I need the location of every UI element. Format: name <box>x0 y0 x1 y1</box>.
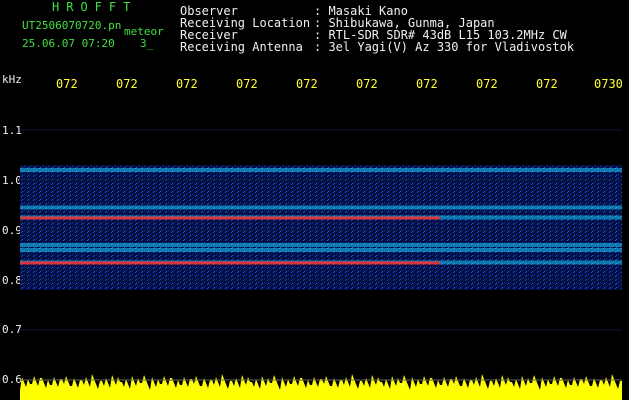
y-tick-label: 0.6 <box>2 373 22 386</box>
hrofft-title: HROFFT <box>52 0 138 14</box>
datetime-label: 25.06.07 07:20 <box>22 37 115 50</box>
x-tick-label: 072 <box>176 77 198 91</box>
info-row-antenna: Receiving Antenna : 3el Yagi(V) Az 330 fo… <box>180 41 574 53</box>
info-key: Receiving Antenna <box>180 40 303 54</box>
y-tick-label: 1.1 <box>2 124 22 137</box>
filename-label: UT2506070720.pn <box>22 19 122 32</box>
signal-band-core <box>20 216 440 220</box>
y-tick-label: 0.8 <box>2 274 22 287</box>
x-tick-label: 072 <box>356 77 378 91</box>
x-tick-label: 072 <box>56 77 78 91</box>
x-tick-label: 072 <box>476 77 498 91</box>
signal-band-core <box>20 261 440 265</box>
x-tick-label: 072 <box>116 77 138 91</box>
y-axis-unit: kHz <box>2 73 22 86</box>
y-tick-label: 0.9 <box>2 224 22 237</box>
x-tick-label: 072 <box>536 77 558 91</box>
info-value: : 3el Yagi(V) Az 330 for Vladivostok <box>314 40 575 54</box>
y-tick-label: 1.0 <box>2 174 22 187</box>
spectrogram-plot <box>20 96 622 400</box>
spectrogram-svg <box>20 129 622 400</box>
signal-band <box>20 205 622 210</box>
noise-field <box>20 165 622 290</box>
x-tick-label: 072 <box>236 77 258 91</box>
y-tick-label: 0.7 <box>2 323 22 336</box>
noise-level-strip <box>20 374 622 400</box>
x-tick-label: 072 <box>416 77 438 91</box>
signal-band <box>20 243 622 247</box>
signal-band <box>20 168 622 172</box>
x-tick-label: 072 <box>296 77 318 91</box>
signal-band <box>20 248 622 252</box>
count-label: 3_ <box>140 37 154 50</box>
x-tick-label: 0730 <box>594 77 623 91</box>
meteor-label: meteor <box>124 25 164 38</box>
